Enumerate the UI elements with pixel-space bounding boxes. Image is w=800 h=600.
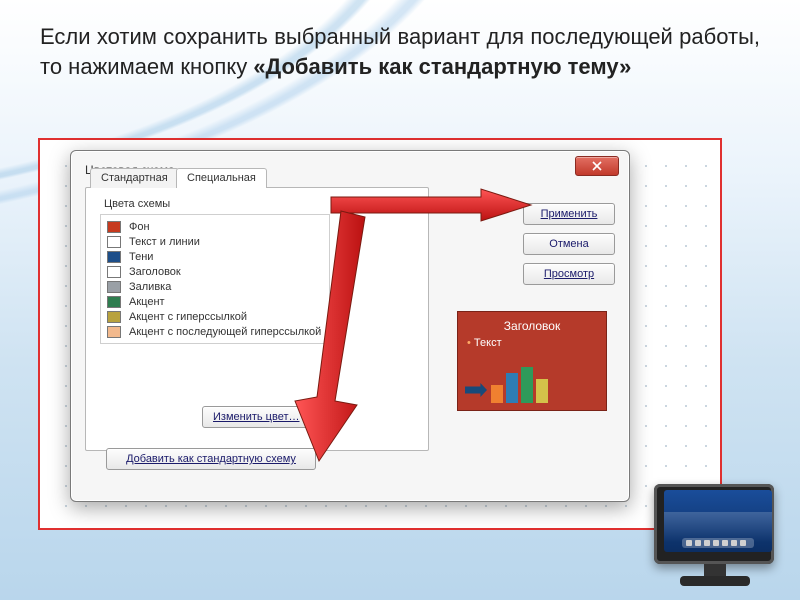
close-button[interactable] (575, 156, 619, 176)
tab-custom[interactable]: Специальная (176, 168, 267, 188)
preview-text: Текст (467, 337, 597, 349)
monitor-dock-icon (682, 538, 754, 548)
color-row[interactable]: Акцент с последующей гиперссылкой (107, 324, 323, 339)
color-swatch (107, 326, 121, 338)
close-icon (592, 161, 602, 171)
color-swatch (107, 281, 121, 293)
color-swatch (107, 311, 121, 323)
preview-chart-icon (491, 363, 548, 403)
preview-button[interactable]: Просмотр (523, 263, 615, 285)
color-list: Фон Текст и линии Тени Заголовок Заливка Акце… (100, 214, 330, 344)
color-swatch (107, 251, 121, 263)
color-label: Тени (129, 251, 153, 263)
color-row[interactable]: Текст и линии (107, 234, 323, 249)
color-row[interactable]: Заголовок (107, 264, 323, 279)
monitor-base (680, 576, 750, 586)
caption-bold: «Добавить как стандартную тему» (253, 54, 631, 79)
monitor-illustration (650, 484, 780, 594)
color-swatch (107, 296, 121, 308)
color-label: Заливка (129, 281, 171, 293)
color-row[interactable]: Акцент с гиперссылкой (107, 309, 323, 324)
tab-standard[interactable]: Стандартная (90, 168, 179, 188)
color-label: Акцент с последующей гиперссылкой (129, 326, 321, 338)
color-row[interactable]: Тени (107, 249, 323, 264)
preview-title: Заголовок (467, 319, 597, 333)
dialog-side-buttons: Применить Отмена Просмотр (515, 203, 615, 285)
color-label: Заголовок (129, 266, 181, 278)
color-swatch (107, 236, 121, 248)
screenshot-frame: Цветовая схема Стандартная Специальная Ц… (38, 138, 722, 530)
color-label: Текст и линии (129, 236, 200, 248)
group-label: Цвета схемы (104, 198, 170, 210)
color-row[interactable]: Заливка (107, 279, 323, 294)
add-standard-scheme-button[interactable]: Добавить как стандартную схему (106, 448, 316, 470)
preview-shape-arrow-icon (465, 383, 487, 397)
change-color-button[interactable]: Изменить цвет… (202, 406, 311, 428)
color-swatch (107, 221, 121, 233)
color-label: Фон (129, 221, 150, 233)
apply-button[interactable]: Применить (523, 203, 615, 225)
monitor-frame (654, 484, 774, 564)
preview-thumbnail: Заголовок Текст (457, 311, 607, 411)
color-swatch (107, 266, 121, 278)
monitor-screen (664, 490, 772, 552)
color-label: Акцент с гиперссылкой (129, 311, 247, 323)
color-label: Акцент (129, 296, 165, 308)
color-row[interactable]: Акцент (107, 294, 323, 309)
tabs-panel: Стандартная Специальная Цвета схемы ФонТ… (85, 187, 429, 451)
cancel-button[interactable]: Отмена (523, 233, 615, 255)
slide-caption: Если хотим сохранить выбранный вариант д… (40, 22, 760, 81)
color-scheme-dialog: Цветовая схема Стандартная Специальная Ц… (70, 150, 630, 502)
color-row[interactable]: Фон (107, 219, 323, 234)
